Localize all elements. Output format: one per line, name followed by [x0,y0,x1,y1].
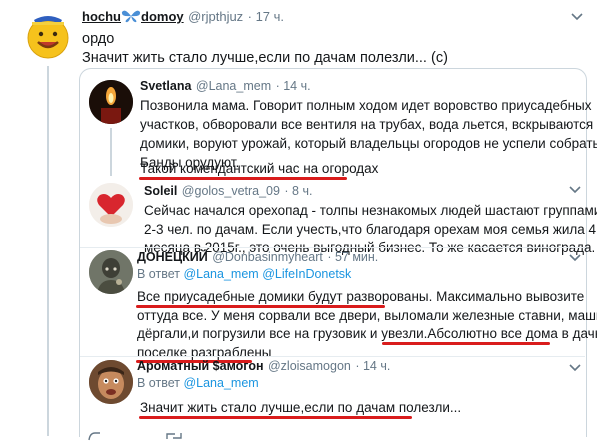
red-underline [136,305,385,308]
display-name-suffix[interactable]: domoy [141,9,184,24]
user-handle: @Lana_mem [195,79,272,93]
chevron-down-icon[interactable] [568,251,582,265]
display-name[interactable]: Svetlana [140,79,191,93]
timestamp[interactable]: · 14 ч. [276,79,311,93]
tweet-text-line: Значит жить стало лучше,если по дачам по… [82,50,448,66]
reply-context: В ответ @Lana_mem [137,376,259,390]
avatar[interactable] [89,360,133,404]
timestamp[interactable]: · 57 мин. [327,250,378,264]
user-handle: @rjpthjuz [188,9,244,24]
quote-text-line: Позвонила мама. Говорит полным ходом иде… [140,98,592,113]
mention-link[interactable]: @Lana_mem [183,376,258,390]
quote-highlight-line: Такой комендантский час на огородах [140,161,379,176]
avatar[interactable] [89,80,133,124]
quote-author: Ароматный $амогон @zloisamogon · 14 ч. [137,357,390,375]
smiley-avatar-icon [27,16,69,59]
candle-avatar-icon [89,80,133,124]
avatar[interactable] [89,250,133,294]
quote-author: Soleil @golos_vetra_09 · 8 ч. [144,182,312,200]
avatar[interactable] [89,183,133,227]
action-bar [88,428,102,446]
tweet: hochu domoy @rjpthjuz · 17 ч. ордо Значит… [0,0,597,441]
reply-prefix: В ответ [137,376,180,390]
timestamp[interactable]: · 14 ч. [355,359,390,373]
quote-text-line: Сейчас начался орехопад - толпы незнаком… [144,203,597,218]
quote-author: Svetlana @Lana_mem · 14 ч. [140,77,311,95]
chevron-down-icon[interactable] [568,183,582,197]
timestamp[interactable]: · 8 ч. [284,184,312,198]
display-name[interactable]: hochu [82,9,121,24]
display-name[interactable]: Soleil [144,184,177,198]
red-underline [139,416,412,419]
thread-line [110,128,112,176]
face-avatar-icon [89,360,133,404]
quote-text-line: участков, обворовали все вентиля на труб… [140,117,594,132]
user-handle: @golos_vetra_09 [181,184,280,198]
red-underline [139,177,347,180]
reply-prefix: В ответ [137,267,180,281]
red-underline [382,342,550,345]
tweet-text-line: ордо [82,31,115,47]
butterfly-icon [121,10,141,23]
soldier-avatar-icon [89,250,133,294]
quote-text-line: дёргали,и погрузили все на грузовик и ув… [137,326,597,341]
heart-avatar-icon [89,183,133,227]
display-name[interactable]: Ароматный $амогон [137,359,264,373]
quote-text-line: домики, воруют урожай, который владельцы… [140,136,597,151]
mention-link[interactable]: @LifeInDonetsk [262,267,351,281]
timestamp[interactable]: · 17 ч. [248,9,284,24]
display-name[interactable]: ДОНЕЦКИЙ [137,250,208,264]
retweet-icon[interactable] [165,431,183,441]
avatar[interactable] [22,10,74,62]
quote-text-line: Значит жить стало лучше,если по дачам по… [140,400,462,415]
quote-author: ДОНЕЦКИЙ @Donbasinmyheart · 57 мин. [137,248,378,266]
chevron-down-icon[interactable] [570,10,584,24]
action-bar [165,428,183,446]
quote-text-line: оттуда все. У меня сорвали все двери, вы… [137,308,597,323]
reply-context: В ответ @Lana_mem @LifeInDonetsk [137,267,351,281]
mention-link[interactable]: @Lana_mem [183,267,258,281]
user-handle: @zloisamogon [267,359,351,373]
chevron-down-icon[interactable] [568,361,582,375]
main-author: hochu domoy @rjpthjuz · 17 ч. [82,8,284,26]
thread-line [47,66,49,436]
quote-text-line: Все приусадебные домики будут разворован… [137,289,585,304]
quote-text-line: 2-3 чел. по дачам. Если учесть,что благо… [144,222,597,237]
reply-icon[interactable] [88,431,102,441]
user-handle: @Donbasinmyheart [212,250,323,264]
